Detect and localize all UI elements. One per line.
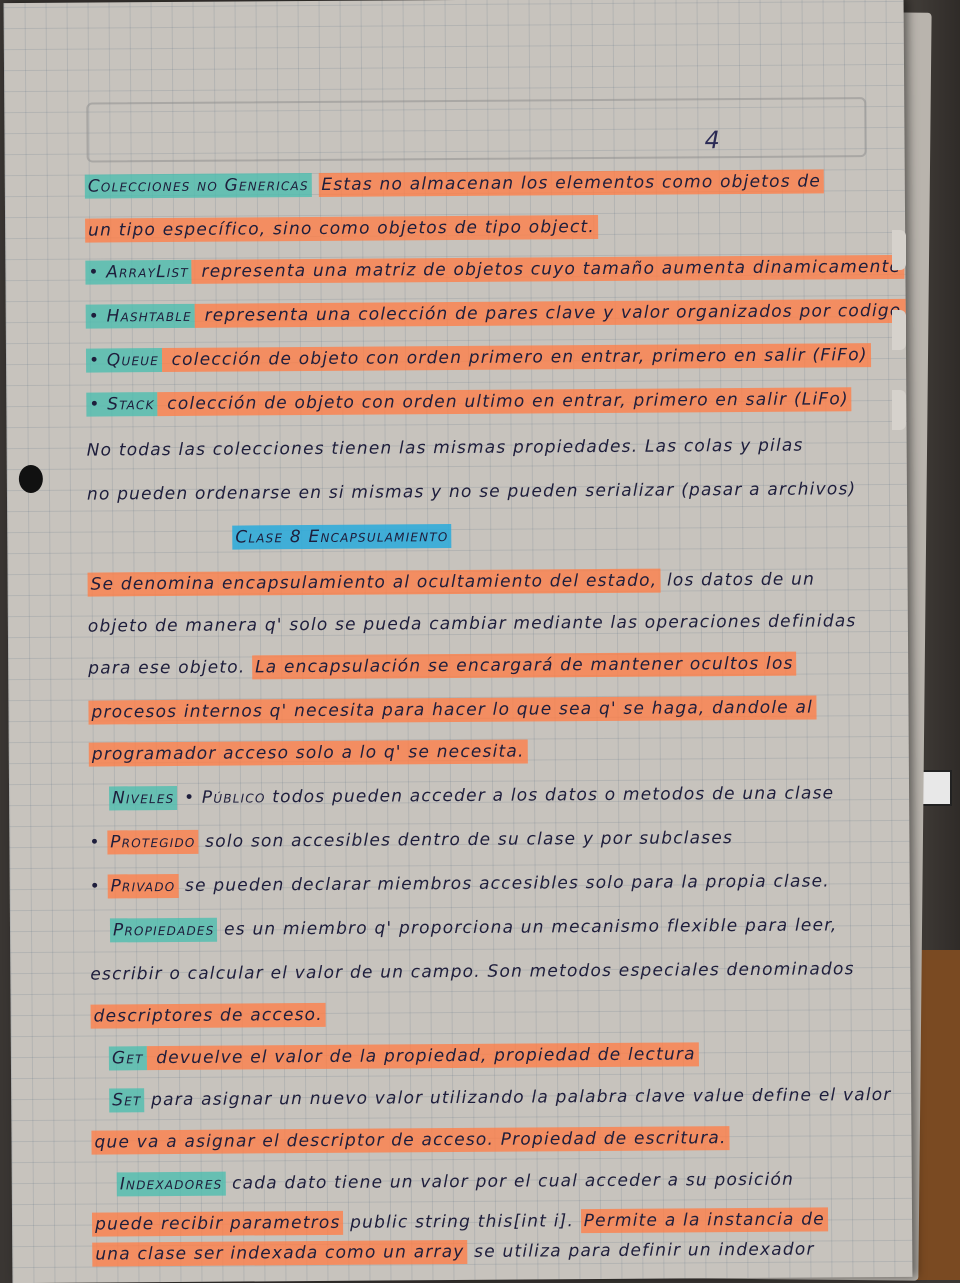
note-line: que va a asignar el descriptor de acceso… — [91, 1121, 891, 1159]
note-text: cada dato tiene un valor por el cual acc… — [225, 1169, 795, 1194]
highlighted-text: La encapsulación se encargará de mantene… — [251, 651, 797, 680]
note-line: una clase ser indexada como un array se … — [92, 1233, 892, 1271]
sticker — [920, 770, 952, 806]
highlighted-text: • Queue — [85, 348, 163, 373]
highlighted-text: Se denomina encapsulamiento al ocultamie… — [87, 568, 661, 597]
note-line: • ArrayList representa una matriz de obj… — [85, 251, 905, 289]
note-line: • Queue colección de objeto con orden pr… — [85, 339, 886, 377]
highlighted-text: Estas no almacenan los elementos como ob… — [318, 169, 825, 197]
note-text: todos pueden acceder a los datos o metod… — [265, 783, 835, 808]
highlighted-text: Protegido — [107, 829, 199, 855]
highlighted-text: colección de objeto con orden primero en… — [161, 343, 871, 373]
note-text: • — [89, 832, 108, 853]
note-text: • Público — [177, 787, 266, 808]
note-line: Get devuelve el valor de la propiedad, p… — [108, 1037, 909, 1075]
note-line: • Privado se pueden declarar miembros ac… — [90, 865, 890, 903]
highlighted-text: procesos internos q' necesita para hacer… — [88, 695, 817, 725]
note-line: Indexadores cada dato tiene un valor por… — [116, 1163, 913, 1201]
highlighted-text: representa una colección de pares clave … — [194, 298, 913, 328]
note-text: es un miembro q' proporciona un mecanism… — [217, 915, 838, 940]
note-text: no pueden ordenarse en si mismas y no se… — [86, 479, 857, 505]
note-line: • Hashtable representa una colección de … — [85, 295, 913, 333]
highlighted-text: Niveles — [109, 785, 178, 811]
page-tab — [892, 230, 906, 270]
note-line: no pueden ordenarse en si mismas y no se… — [87, 473, 887, 511]
page-tab — [892, 390, 906, 430]
note-line: Propiedades es un miembro q' proporciona… — [109, 909, 910, 947]
highlighted-text: programador acceso solo a lo q' se neces… — [88, 739, 528, 767]
note-line: procesos internos q' necesita para hacer… — [88, 691, 888, 729]
note-line: escribir o calcular el valor de un campo… — [90, 953, 890, 991]
highlighted-text: Propiedades — [109, 917, 218, 943]
page-tab — [892, 310, 906, 350]
highlighted-text: Clase 8 Encapsulamiento — [232, 524, 452, 550]
note-text: para asignar un nuevo valor utilizando l… — [144, 1084, 892, 1111]
note-line: descriptores de acceso. — [90, 995, 891, 1033]
highlighted-text: Get — [108, 1046, 147, 1071]
notebook-page: 4 Colecciones no Genericas Estas no alma… — [3, 0, 913, 1283]
highlighted-text: representa una matriz de objetos cuyo ta… — [191, 254, 905, 284]
highlighted-text: • Stack — [86, 392, 158, 417]
note-text: public string this[int i]. — [343, 1211, 581, 1233]
note-line: No todas las colecciones tienen las mism… — [87, 429, 887, 467]
highlighted-text: Set — [109, 1088, 145, 1113]
note-line: • Protegido solo son accesibles dentro d… — [89, 821, 889, 859]
highlighted-text: descriptores de acceso. — [90, 1002, 326, 1029]
note-text: solo son accesibles dentro de su clase y… — [198, 828, 734, 852]
note-line: Colecciones no Genericas Estas no almace… — [84, 165, 885, 203]
page-number: 4 — [704, 126, 720, 155]
note-text: objeto de manera q' solo se pueda cambia… — [87, 611, 857, 637]
highlighted-text: Indexadores — [116, 1171, 226, 1197]
note-line: • Stack colección de objeto con orden ul… — [86, 383, 886, 421]
note-text: los datos de un — [660, 569, 816, 591]
highlighted-text: un tipo específico, sino como objetos de… — [85, 215, 599, 243]
highlighted-text: una clase ser indexada como un array — [92, 1239, 468, 1267]
note-text: para ese objeto. — [88, 657, 253, 679]
note-text: se utiliza para definir un indexador — [467, 1239, 815, 1262]
note-text: • — [89, 876, 108, 897]
header-box — [86, 97, 867, 163]
note-text: se pueden declarar miembros accesibles s… — [178, 871, 830, 896]
note-line: Clase 8 Encapsulamiento — [232, 516, 912, 554]
note-line: un tipo específico, sino como objetos de… — [85, 209, 885, 247]
highlighted-text: Permite a la instancia de — [580, 1207, 828, 1234]
highlighted-text: colección de objeto con orden ultimo en … — [157, 387, 852, 417]
highlighted-text: • Hashtable — [85, 303, 196, 329]
highlighted-text: puede recibir parametros — [91, 1210, 344, 1237]
punch-hole — [18, 464, 43, 494]
highlighted-text: Privado — [107, 873, 179, 899]
highlighted-text: devuelve el valor de la propiedad, propi… — [146, 1042, 699, 1071]
note-line: objeto de manera q' solo se pueda cambia… — [88, 605, 888, 643]
note-line: Se denomina encapsulamiento al ocultamie… — [87, 563, 887, 601]
highlighted-text: Colecciones no Genericas — [84, 173, 312, 199]
handwritten-notes: Colecciones no Genericas Estas no almace… — [4, 0, 913, 1267]
highlighted-text: • ArrayList — [85, 259, 192, 285]
note-line: Niveles • Público todos pueden acceder a… — [109, 777, 909, 815]
highlighted-text: que va a asignar el descriptor de acceso… — [91, 1126, 730, 1155]
note-text: No todas las colecciones tienen las mism… — [86, 435, 804, 461]
note-text — [312, 175, 319, 195]
note-line: Set para asignar un nuevo valor utilizan… — [109, 1079, 909, 1117]
note-line: para ese objeto. La encapsulación se enc… — [88, 647, 888, 685]
note-text: escribir o calcular el valor de un campo… — [90, 959, 855, 985]
note-line: programador acceso solo a lo q' se neces… — [88, 733, 889, 771]
